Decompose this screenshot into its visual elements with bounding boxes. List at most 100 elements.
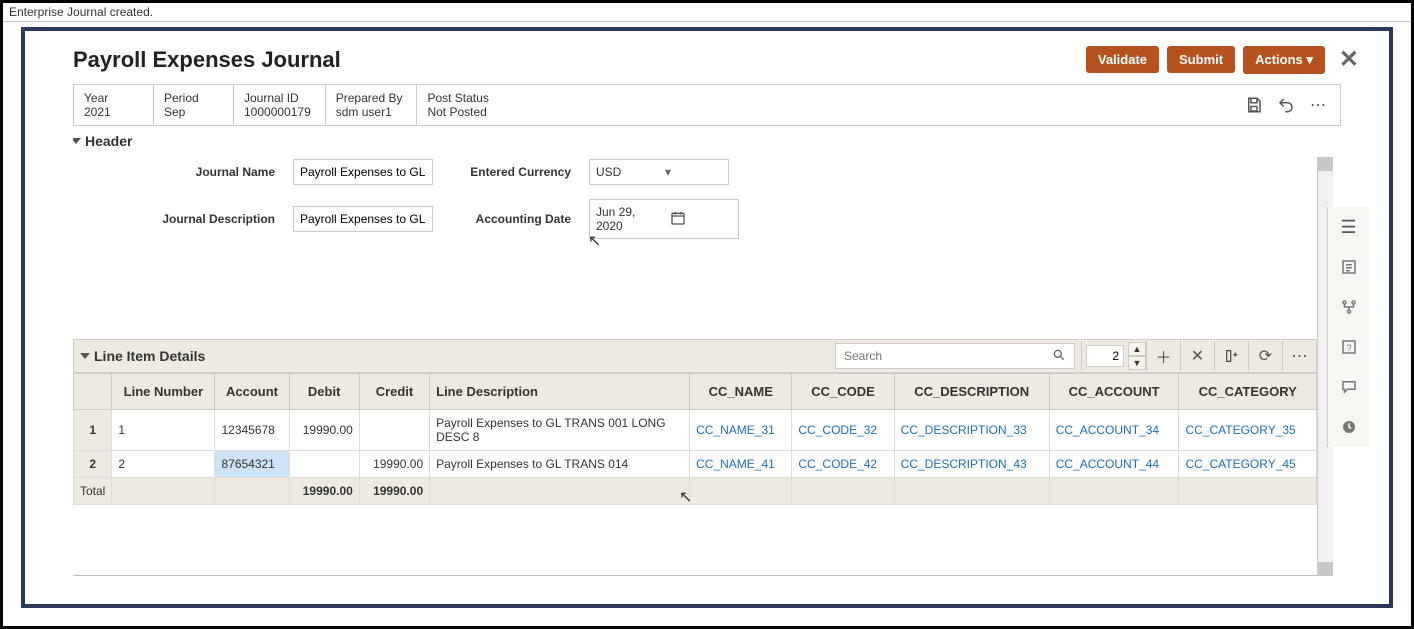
- row-index: 1: [74, 410, 112, 451]
- clock-icon[interactable]: [1328, 407, 1370, 447]
- cell-cc-description[interactable]: CC_DESCRIPTION_43: [894, 451, 1049, 478]
- search-input[interactable]: [836, 344, 1044, 368]
- cell-line-description[interactable]: Payroll Expenses to GL TRANS 001 LONG DE…: [430, 410, 690, 451]
- year-value: 2021: [84, 105, 139, 119]
- undo-icon[interactable]: [1270, 89, 1302, 121]
- table-row[interactable]: 228765432119990.00Payroll Expenses to GL…: [74, 451, 1317, 478]
- content-region: Header Journal Name Entered Currency USD…: [73, 127, 1317, 576]
- col-cc-description[interactable]: CC_DESCRIPTION: [894, 374, 1049, 410]
- refresh-button[interactable]: ⟳: [1248, 341, 1282, 371]
- cell-account[interactable]: 87654321: [215, 451, 289, 478]
- calendar-icon[interactable]: [664, 210, 738, 229]
- cell-cc-description[interactable]: CC_DESCRIPTION_33: [894, 410, 1049, 451]
- cell-debit[interactable]: [289, 451, 359, 478]
- currency-value: USD: [590, 160, 657, 184]
- info-post-status: Post Status Not Posted: [417, 85, 502, 125]
- line-item-section: Line Item Details ▲ ▼ ＋: [73, 339, 1317, 505]
- col-line-number[interactable]: Line Number: [112, 374, 215, 410]
- journal-info-bar: Year 2021 Period Sep Journal ID 10000001…: [73, 84, 1341, 126]
- line-item-toolbar: Line Item Details ▲ ▼ ＋: [73, 339, 1317, 373]
- row-down-button[interactable]: ▼: [1128, 356, 1146, 370]
- list-icon[interactable]: ☰: [1328, 207, 1370, 247]
- col-credit[interactable]: Credit: [359, 374, 429, 410]
- line-item-section-toggle[interactable]: Line Item Details: [74, 342, 213, 370]
- accounting-date-label: Accounting Date: [451, 212, 571, 226]
- cell-cc-code[interactable]: CC_CODE_32: [792, 410, 894, 451]
- row-up-button[interactable]: ▲: [1128, 342, 1146, 356]
- entered-currency-select[interactable]: USD ▾: [589, 159, 729, 185]
- cell-cc-category[interactable]: CC_CATEGORY_45: [1179, 451, 1317, 478]
- search-icon[interactable]: [1044, 348, 1074, 365]
- cell-cc-account[interactable]: CC_ACCOUNT_44: [1049, 451, 1179, 478]
- actions-menu-button[interactable]: Actions: [1243, 46, 1325, 74]
- status-message: Enterprise Journal created.: [3, 3, 1411, 22]
- line-item-table: Line Number Account Debit Credit Line De…: [73, 373, 1317, 505]
- grid-more-button[interactable]: ⋯: [1282, 341, 1316, 371]
- cell-line-description[interactable]: Payroll Expenses to GL TRANS 014: [430, 451, 690, 478]
- cell-cc-category[interactable]: CC_CATEGORY_35: [1179, 410, 1317, 451]
- col-account[interactable]: Account: [215, 374, 289, 410]
- row-navigator: ▲ ▼: [1081, 341, 1146, 371]
- accounting-date-input[interactable]: Jun 29, 2020: [589, 199, 739, 239]
- col-cc-account[interactable]: CC_ACCOUNT: [1049, 374, 1179, 410]
- row-number-input[interactable]: [1086, 345, 1124, 367]
- line-item-section-title: Line Item Details: [94, 348, 205, 364]
- cell-line-number[interactable]: 2: [112, 451, 215, 478]
- header-form: Journal Name Entered Currency USD ▾ Jour…: [85, 159, 1317, 239]
- col-cc-code[interactable]: CC_CODE: [792, 374, 894, 410]
- journal-description-input[interactable]: [293, 206, 433, 232]
- post-status-value: Not Posted: [427, 105, 488, 119]
- page-title: Payroll Expenses Journal: [73, 47, 341, 73]
- add-row-button[interactable]: ＋: [1146, 341, 1180, 371]
- cell-cc-name[interactable]: CC_NAME_31: [690, 410, 792, 451]
- journal-id-value: 1000000179: [244, 105, 311, 119]
- header-section-toggle[interactable]: Header: [73, 133, 1317, 149]
- year-label: Year: [84, 91, 139, 105]
- accounting-date-value: Jun 29, 2020: [590, 200, 664, 238]
- info-bar-tools: ⋯: [1238, 85, 1340, 125]
- insert-row-button[interactable]: [1214, 341, 1248, 371]
- chevron-down-icon: ▾: [657, 165, 728, 179]
- svg-text:?: ?: [1346, 343, 1351, 353]
- info-period: Period Sep: [154, 85, 234, 125]
- title-bar: Payroll Expenses Journal Validate Submit…: [25, 31, 1389, 84]
- submit-button[interactable]: Submit: [1167, 46, 1235, 73]
- col-rownum: [74, 374, 112, 410]
- right-side-rail: ☰ ?: [1327, 207, 1369, 447]
- prepared-by-value: sdm user1: [336, 105, 403, 119]
- cell-debit[interactable]: 19990.00: [289, 410, 359, 451]
- cell-cc-code[interactable]: CC_CODE_42: [792, 451, 894, 478]
- table-total-row: Total19990.0019990.00: [74, 478, 1317, 505]
- cell-cc-account[interactable]: CC_ACCOUNT_34: [1049, 410, 1179, 451]
- journal-name-input[interactable]: [293, 159, 433, 185]
- period-label: Period: [164, 91, 219, 105]
- cell-credit[interactable]: 19990.00: [359, 451, 429, 478]
- collapse-icon: [73, 138, 81, 144]
- hierarchy-icon[interactable]: [1328, 287, 1370, 327]
- delete-row-button[interactable]: ✕: [1180, 341, 1214, 371]
- cell-account[interactable]: 12345678: [215, 410, 289, 451]
- col-cc-name[interactable]: CC_NAME: [690, 374, 792, 410]
- detail-icon[interactable]: [1328, 247, 1370, 287]
- cell-credit[interactable]: [359, 410, 429, 451]
- info-journal-id: Journal ID 1000000179: [234, 85, 326, 125]
- post-status-label: Post Status: [427, 91, 488, 105]
- col-line-description[interactable]: Line Description: [430, 374, 690, 410]
- col-cc-category[interactable]: CC_CATEGORY: [1179, 374, 1317, 410]
- close-icon[interactable]: ✕: [1333, 45, 1365, 74]
- journal-description-label: Journal Description: [85, 212, 275, 226]
- more-icon[interactable]: ⋯: [1302, 89, 1334, 121]
- table-row[interactable]: 111234567819990.00Payroll Expenses to GL…: [74, 410, 1317, 451]
- total-debit: 19990.00: [289, 478, 359, 505]
- help-icon[interactable]: ?: [1328, 327, 1370, 367]
- row-index: 2: [74, 451, 112, 478]
- cell-line-number[interactable]: 1: [112, 410, 215, 451]
- validate-button[interactable]: Validate: [1086, 46, 1159, 73]
- entered-currency-label: Entered Currency: [451, 165, 571, 179]
- save-icon[interactable]: [1238, 89, 1270, 121]
- col-debit[interactable]: Debit: [289, 374, 359, 410]
- comment-icon[interactable]: [1328, 367, 1370, 407]
- cell-cc-name[interactable]: CC_NAME_41: [690, 451, 792, 478]
- line-search[interactable]: [835, 343, 1075, 369]
- period-value: Sep: [164, 105, 219, 119]
